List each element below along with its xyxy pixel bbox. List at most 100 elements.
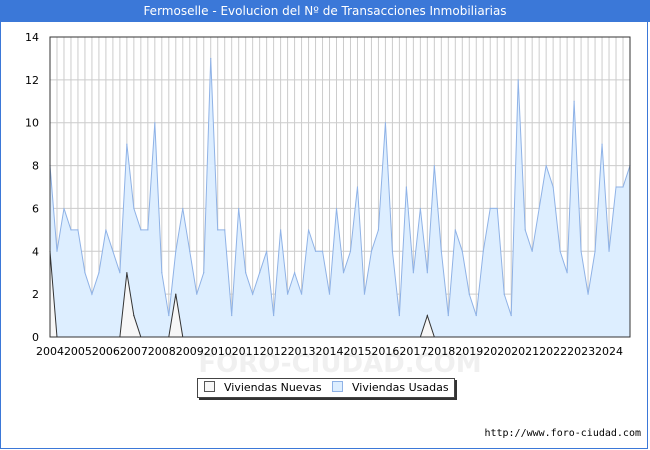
data-point-usadas <box>133 207 135 210</box>
x-tick-label: 2017 <box>399 345 427 358</box>
data-point-usadas <box>454 229 456 231</box>
x-tick-label: 2022 <box>539 345 567 358</box>
data-point-usadas <box>566 272 568 274</box>
x-tick-label: 2019 <box>455 345 483 358</box>
data-point-usadas <box>524 229 526 231</box>
data-point-usadas <box>615 186 617 188</box>
data-point-usadas <box>63 207 65 210</box>
legend-label-usadas: Viviendas Usadas <box>352 381 449 394</box>
x-tick-label: 2024 <box>595 345 623 358</box>
data-point-usadas <box>161 272 163 274</box>
data-point-usadas <box>196 293 198 295</box>
data-point-usadas <box>405 186 407 188</box>
legend-swatch-usadas <box>332 381 343 392</box>
data-point-nuevas <box>426 314 428 317</box>
y-tick-label: 4 <box>32 245 39 258</box>
data-point-usadas <box>328 293 331 295</box>
legend-label-nuevas: Viviendas Nuevas <box>224 381 322 394</box>
legend-item-nuevas: Viviendas Nuevas <box>204 381 322 395</box>
x-tick-label: 2013 <box>288 345 316 358</box>
data-point-usadas <box>119 272 121 274</box>
data-point-usadas <box>168 314 170 317</box>
data-point-nuevas <box>126 272 128 274</box>
y-tick-label: 10 <box>25 117 39 130</box>
data-point-usadas <box>363 293 366 295</box>
x-tick-label: 2016 <box>371 345 399 358</box>
data-point-usadas <box>147 229 149 231</box>
data-point-usadas <box>210 57 212 60</box>
data-point-usadas <box>489 207 491 210</box>
data-point-nuevas <box>133 314 135 317</box>
data-point-usadas <box>238 207 240 210</box>
data-point-usadas <box>468 293 470 295</box>
x-tick-label: 2004 <box>36 345 64 358</box>
data-point-usadas <box>433 164 435 167</box>
data-point-usadas <box>203 272 205 274</box>
data-point-usadas <box>280 229 282 231</box>
data-point-usadas <box>608 250 610 252</box>
data-point-usadas <box>98 272 100 274</box>
data-point-usadas <box>440 250 442 252</box>
source-link[interactable]: http://www.foro-ciudad.com <box>484 428 641 439</box>
data-point-usadas <box>594 250 596 252</box>
data-point-usadas <box>510 314 512 317</box>
x-tick-label: 2006 <box>92 345 120 358</box>
data-point-usadas <box>426 272 428 274</box>
data-point-usadas <box>84 272 86 274</box>
data-point-usadas <box>182 207 184 210</box>
y-tick-label: 2 <box>32 288 39 301</box>
data-point-usadas <box>461 250 463 252</box>
data-point-usadas <box>273 314 275 317</box>
data-point-usadas <box>224 229 226 231</box>
data-point-usadas <box>517 79 519 81</box>
x-tick-label: 2014 <box>316 345 344 358</box>
data-point-usadas <box>77 229 79 231</box>
legend-swatch-nuevas <box>204 381 215 392</box>
data-point-usadas <box>217 229 219 231</box>
data-point-usadas <box>321 250 324 252</box>
data-point-usadas <box>56 250 58 252</box>
data-point-usadas <box>412 272 414 274</box>
data-point-usadas <box>531 250 533 252</box>
x-tick-label: 2023 <box>567 345 595 358</box>
data-point-usadas <box>370 250 373 252</box>
x-tick-label: 2018 <box>427 345 455 358</box>
data-point-usadas <box>231 314 233 317</box>
data-point-usadas <box>391 250 394 252</box>
x-tick-label: 2005 <box>64 345 92 358</box>
data-point-usadas <box>112 250 114 252</box>
data-point-usadas <box>482 250 484 252</box>
data-point-usadas <box>286 293 289 295</box>
data-point-usadas <box>398 314 400 317</box>
x-tick-label: 2009 <box>176 345 204 358</box>
data-point-usadas <box>300 293 303 295</box>
y-tick-label: 6 <box>32 202 39 215</box>
data-point-usadas <box>503 293 505 295</box>
x-tick-label: 2012 <box>260 345 288 358</box>
data-point-usadas <box>175 250 177 252</box>
data-point-usadas <box>349 250 352 252</box>
data-point-usadas <box>314 250 317 252</box>
data-point-usadas <box>622 186 624 188</box>
x-tick-label: 2020 <box>483 345 511 358</box>
data-point-usadas <box>419 207 421 210</box>
data-point-usadas <box>105 229 107 231</box>
data-point-usadas <box>447 314 449 317</box>
data-point-usadas <box>475 314 477 317</box>
data-point-usadas <box>377 229 380 231</box>
data-point-usadas <box>587 293 589 295</box>
data-point-usadas <box>140 229 142 231</box>
data-point-usadas <box>245 272 247 274</box>
legend-item-usadas: Viviendas Usadas <box>332 381 449 395</box>
data-point-usadas <box>601 143 603 145</box>
x-tick-label: 2011 <box>232 345 260 358</box>
data-point-usadas <box>252 293 254 295</box>
data-point-usadas <box>91 293 93 295</box>
y-tick-label: 0 <box>32 331 39 344</box>
x-tick-label: 2007 <box>120 345 148 358</box>
data-point-usadas <box>580 250 582 252</box>
x-tick-label: 2008 <box>148 345 176 358</box>
data-point-usadas <box>70 229 72 231</box>
x-tick-label: 2015 <box>343 345 371 358</box>
data-point-usadas <box>384 122 387 124</box>
